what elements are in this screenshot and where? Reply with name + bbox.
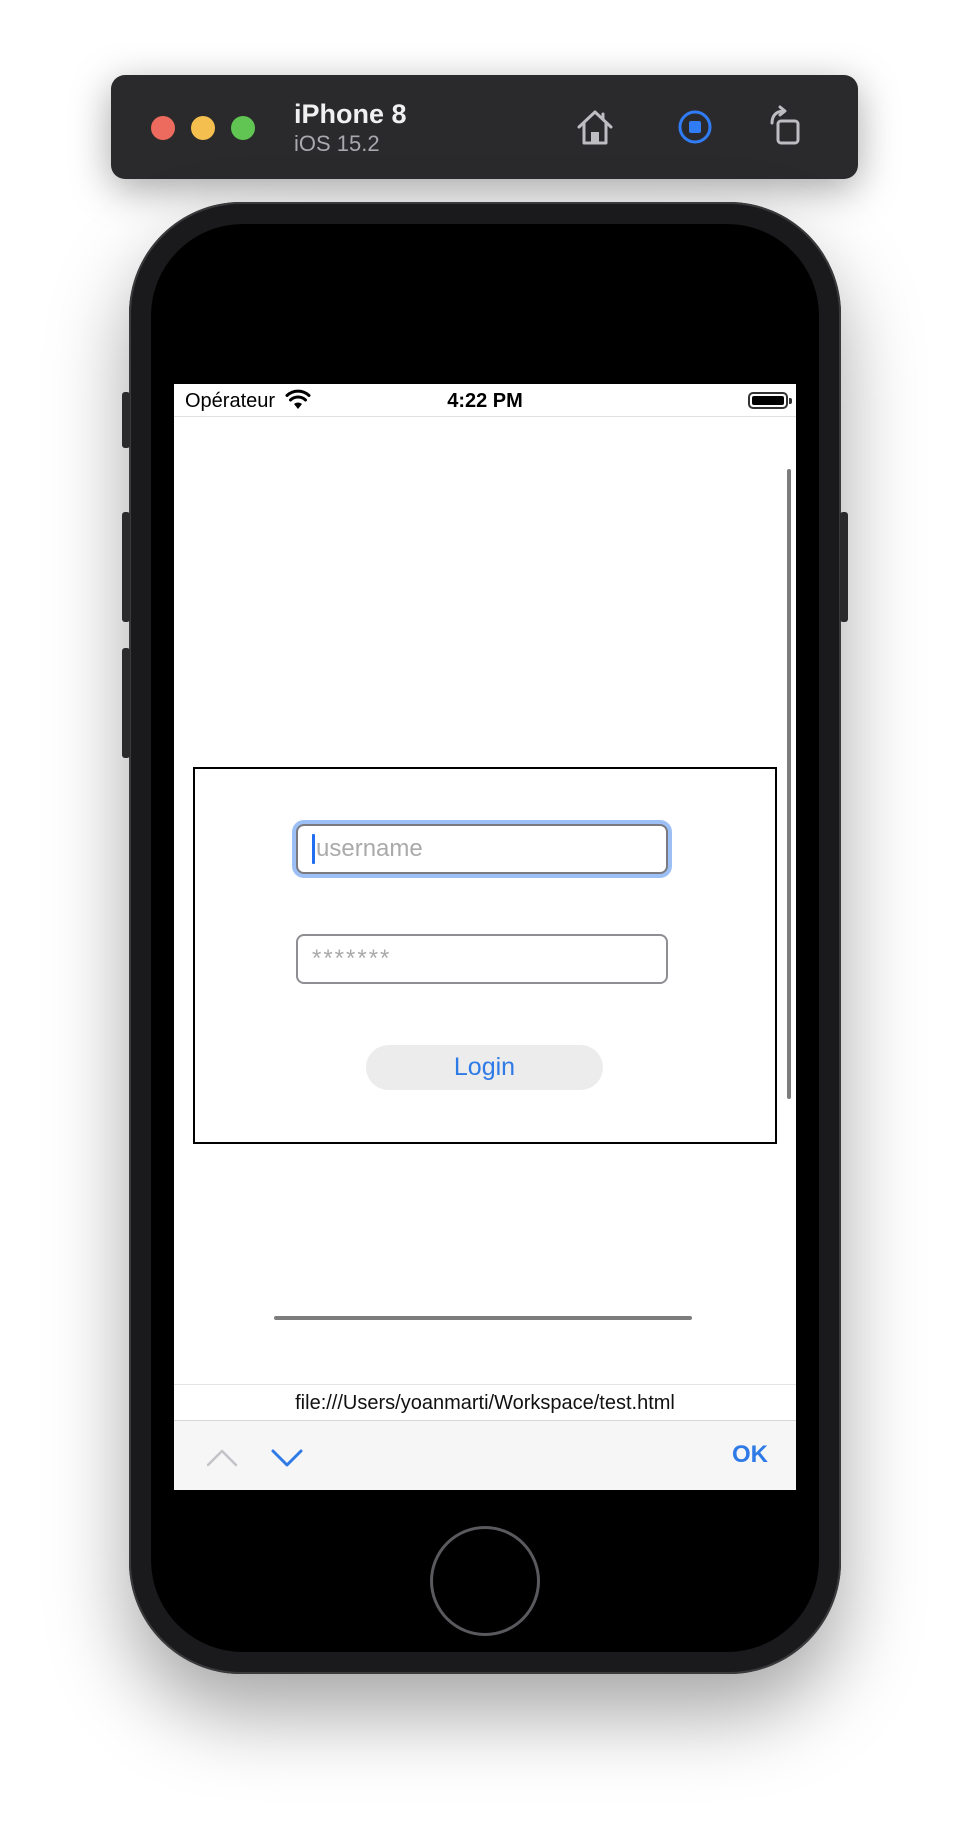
password-input[interactable]: ******* [296, 934, 668, 984]
login-button[interactable]: Login [366, 1045, 603, 1090]
battery-nub [789, 398, 792, 404]
minimize-window-button[interactable] [191, 116, 215, 140]
next-field-button[interactable] [267, 1443, 307, 1471]
chevron-up-icon [206, 1449, 238, 1467]
volume-down-button [122, 648, 130, 758]
power-button [840, 512, 848, 622]
chevron-down-icon [271, 1449, 303, 1467]
rotate-icon [770, 105, 800, 145]
username-input[interactable]: username [296, 824, 668, 874]
battery-level [752, 396, 784, 405]
ok-button[interactable]: OK [732, 1441, 768, 1469]
home-button-toolbar[interactable] [573, 105, 617, 149]
clock: 4:22 PM [447, 390, 523, 412]
horizontal-scrollbar[interactable] [274, 1316, 692, 1320]
device-screen: Opérateur 4:22 PM username ******* Login… [174, 384, 796, 1490]
zoom-window-button[interactable] [231, 116, 255, 140]
physical-home-button[interactable] [430, 1526, 540, 1636]
mute-switch [122, 392, 130, 448]
text-caret [312, 834, 315, 864]
login-frame: username ******* Login [193, 767, 777, 1144]
status-bar: Opérateur 4:22 PM [174, 384, 796, 417]
close-window-button[interactable] [151, 116, 175, 140]
previous-field-button[interactable] [202, 1443, 242, 1471]
password-placeholder: ******* [312, 945, 392, 972]
device-name: iPhone 8 [294, 99, 407, 129]
simulator-toolbar: iPhone 8 iOS 15.2 [111, 75, 858, 179]
rotate-button[interactable] [764, 105, 808, 149]
keyboard-accessory-toolbar: OK [174, 1420, 796, 1490]
url-bar: file:///Users/yoanmarti/Workspace/test.h… [174, 1384, 796, 1420]
os-version: iOS 15.2 [294, 131, 380, 156]
volume-up-button [122, 512, 130, 622]
record-stop-icon [678, 110, 712, 144]
vertical-scrollbar[interactable] [787, 469, 791, 1099]
username-placeholder: username [316, 835, 423, 862]
battery-icon [748, 392, 788, 409]
home-icon [577, 110, 613, 145]
screenshot-button[interactable] [673, 105, 717, 149]
